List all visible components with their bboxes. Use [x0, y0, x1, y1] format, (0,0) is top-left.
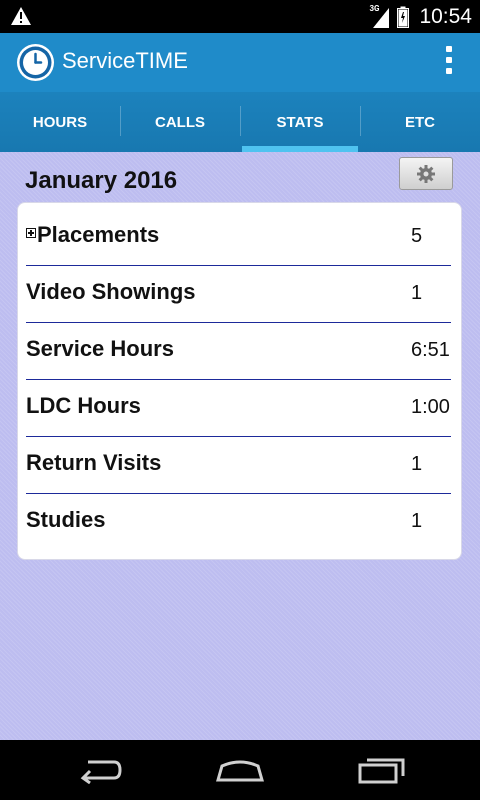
app-title: ServiceTIME: [62, 48, 188, 73]
recents-icon[interactable]: [358, 756, 406, 784]
stat-value: 1:00: [411, 396, 450, 418]
stat-label: LDC Hours: [26, 393, 141, 418]
tab-hours[interactable]: HOURS: [0, 92, 120, 152]
stat-label: Studies: [26, 507, 106, 532]
stat-label: Return Visits: [26, 450, 162, 475]
network-type: 3G: [369, 4, 380, 13]
warning-icon: [11, 7, 31, 25]
stat-value: 1: [411, 453, 423, 475]
stat-value: 1: [411, 510, 423, 532]
tab-calls[interactable]: CALLS: [120, 92, 240, 152]
tab-stats[interactable]: STATS: [240, 92, 360, 152]
status-bar: 3G 10:54: [0, 0, 480, 33]
clock-time: 10:54: [419, 4, 472, 28]
stat-row-video-showings[interactable]: Video Showings 1: [26, 265, 451, 323]
battery-icon: [397, 6, 410, 28]
settings-button[interactable]: [399, 157, 453, 190]
tab-label: HOURS: [32, 113, 88, 131]
stat-label: Service Hours: [26, 336, 174, 361]
stat-value: 1: [411, 282, 423, 304]
stat-label: Placements: [37, 222, 160, 247]
tab-label: ETC: [405, 113, 435, 131]
action-bar: ServiceTIME: [0, 33, 480, 92]
tab-etc[interactable]: ETC: [360, 92, 480, 152]
stats-card: Placements 5 Video Showings 1 Service Ho…: [17, 202, 462, 560]
signal-icon: 3G: [369, 0, 391, 33]
tab-bar: HOURS CALLS STATS ETC: [0, 92, 480, 152]
expand-plus-icon[interactable]: [26, 228, 36, 238]
stat-label: Video Showings: [26, 279, 196, 304]
stat-value: 5: [411, 225, 423, 247]
gear-icon: [417, 164, 435, 183]
month-heading: January 2016: [25, 167, 178, 194]
stat-row-return-visits[interactable]: Return Visits 1: [26, 436, 451, 494]
navigation-bar: [0, 740, 480, 800]
tab-label: CALLS: [155, 113, 205, 131]
clock-icon[interactable]: [17, 44, 54, 81]
stats-content: January 2016 Placements 5 Video Showings…: [0, 152, 480, 740]
back-icon[interactable]: [78, 756, 122, 784]
overflow-menu-icon[interactable]: [445, 46, 453, 78]
home-icon[interactable]: [215, 756, 265, 784]
stat-row-placements[interactable]: Placements 5: [26, 208, 451, 266]
stat-row-studies[interactable]: Studies 1: [26, 493, 451, 550]
stat-row-ldc-hours[interactable]: LDC Hours 1:00: [26, 379, 451, 437]
stat-row-service-hours[interactable]: Service Hours 6:51: [26, 322, 451, 380]
tab-label: STATS: [276, 113, 324, 131]
stat-value: 6:51: [411, 339, 450, 361]
